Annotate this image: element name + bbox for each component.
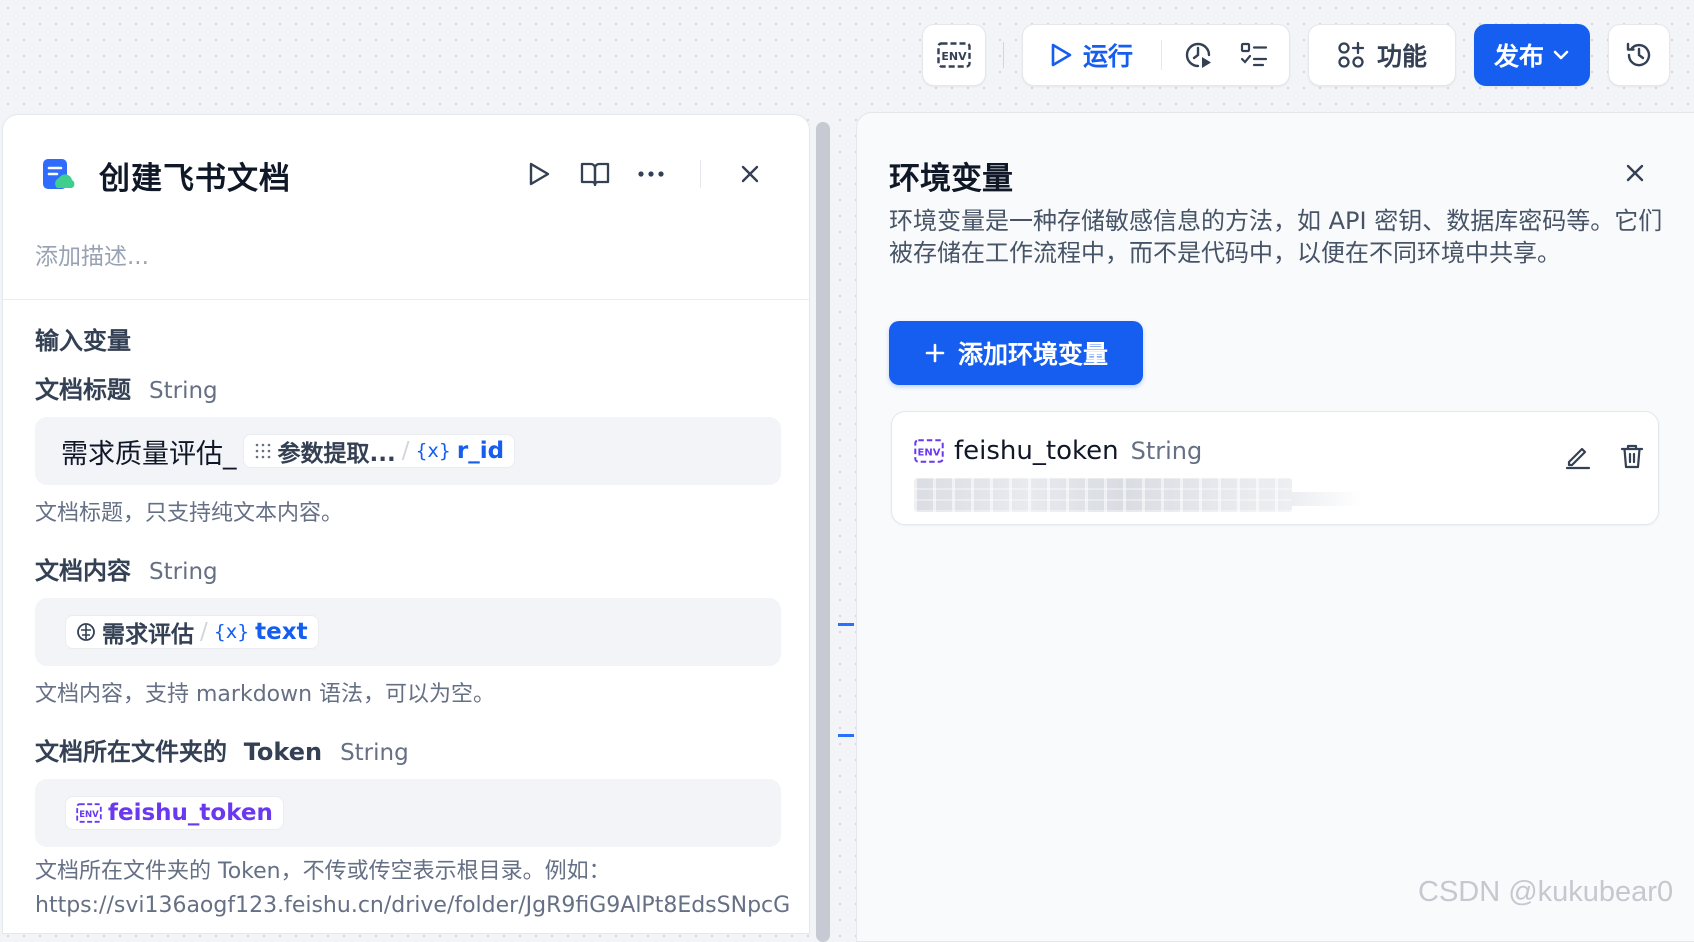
play-icon: [1051, 43, 1072, 67]
field-hint: 文档标题，只支持纯文本内容。: [35, 501, 344, 526]
field-folder-token: 文档所在文件夹的 Token String ENV feishu_token 文…: [35, 732, 791, 923]
ref-separator: /: [401, 438, 410, 464]
ref-node-name: 参数提取...: [277, 441, 396, 467]
field-label: 文档所在文件夹的 Token String: [35, 732, 781, 767]
title-prefix-text: 需求质量评估_: [61, 438, 237, 470]
variable-icon: {x}: [415, 440, 451, 462]
description-input[interactable]: 添加描述...: [35, 237, 149, 271]
close-node-panel-button[interactable]: [731, 155, 769, 193]
more-options-button[interactable]: [632, 155, 670, 193]
env-variable-name: feishu_token: [108, 800, 273, 826]
run-button[interactable]: 运行: [1049, 37, 1133, 73]
node-header-actions: [520, 155, 769, 193]
checklist-button[interactable]: [1234, 35, 1274, 75]
svg-text:ENV: ENV: [918, 448, 941, 459]
doc-title-input[interactable]: 需求质量评估_ 参数提取... / {x} r_id: [35, 417, 781, 485]
env-icon: ENV: [76, 803, 102, 823]
publish-label: 发布: [1493, 42, 1544, 71]
node-config-panel: 创建飞书文档 添加描述... 输入变量 文档标题 String 需求质量评估_ …: [2, 114, 810, 934]
env-variables-button[interactable]: ENV: [922, 24, 986, 86]
play-icon: [529, 162, 550, 186]
close-icon: [741, 165, 759, 183]
env-icon: ENV: [937, 42, 971, 68]
run-history-button[interactable]: [1178, 35, 1218, 75]
field-name: 文档所在文件夹的 Token: [35, 738, 323, 766]
field-name: 文档标题: [35, 376, 131, 404]
watermark: CSDN @kukubear0: [1418, 876, 1674, 908]
close-icon: [1626, 164, 1644, 182]
version-history-button[interactable]: [1608, 24, 1670, 86]
env-variable-key: feishu_token: [954, 436, 1119, 466]
field-label: 文档内容 String: [35, 551, 781, 586]
clock-play-icon: [1185, 42, 1212, 68]
features-button[interactable]: 功能: [1308, 24, 1456, 86]
run-label: 运行: [1083, 42, 1134, 71]
header-divider: [700, 160, 701, 188]
run-node-button[interactable]: [520, 155, 558, 193]
env-variable-chip[interactable]: ENV feishu_token: [65, 796, 284, 830]
field-type: String: [149, 378, 218, 404]
run-group: 运行: [1022, 24, 1290, 86]
features-icon: [1338, 41, 1365, 68]
close-env-panel-button[interactable]: [1617, 155, 1653, 191]
variable-icon: {x}: [213, 621, 250, 643]
plus-icon: [925, 343, 945, 363]
feishu-doc-icon: [43, 159, 75, 189]
trash-icon: [1620, 444, 1644, 469]
masked-value-fade: [1292, 492, 1362, 506]
input-variables-section: 输入变量 文档标题 String 需求质量评估_ 参数提取... / {x} r…: [35, 321, 791, 923]
field-type: String: [149, 559, 218, 585]
checklist-icon: [1240, 42, 1268, 67]
delete-env-variable-button[interactable]: [1612, 436, 1652, 476]
more-horizontal-icon: [638, 171, 664, 177]
chevron-down-icon: [1553, 50, 1569, 60]
svg-text:ENV: ENV: [79, 810, 99, 820]
doc-content-input[interactable]: 需求评估 / {x} text: [35, 598, 781, 666]
add-env-variable-label: 添加环境变量: [957, 340, 1108, 369]
ref-variable-name: r_id: [456, 438, 505, 464]
ref-separator: /: [200, 619, 208, 645]
node-title[interactable]: 创建飞书文档: [99, 153, 291, 198]
env-variable-header: ENV feishu_token String: [914, 436, 1202, 466]
env-variable-item: ENV feishu_token String: [891, 411, 1659, 525]
llm-node-icon: [77, 623, 95, 641]
env-variable-type: String: [1130, 437, 1203, 465]
field-doc-content: 文档内容 String 需求评估 / {x} text 文档内容，支持 mark…: [35, 551, 781, 712]
field-hint: 文档内容，支持 markdown 语法，可以为空。: [35, 682, 496, 707]
ref-variable-name: text: [255, 619, 308, 645]
field-hint: 文档所在文件夹的 Token，不传或传空表示根目录。例如：: [35, 859, 611, 884]
edit-icon: [1565, 447, 1591, 470]
publish-button[interactable]: 发布: [1474, 24, 1590, 86]
variable-reference-chip[interactable]: 参数提取... / {x} r_id: [242, 434, 516, 468]
scrollbar-thumb[interactable]: [816, 122, 830, 942]
connector-tick: [838, 734, 854, 737]
run-group-divider: [1161, 40, 1163, 70]
env-panel-title: 环境变量: [889, 161, 1013, 197]
field-type: String: [340, 740, 409, 766]
help-docs-button[interactable]: [576, 155, 614, 193]
node-panel-header: 创建飞书文档 添加描述...: [3, 115, 809, 300]
section-title: 输入变量: [35, 327, 131, 355]
connector-tick: [838, 623, 854, 626]
svg-text:ENV: ENV: [941, 50, 967, 63]
history-icon: [1626, 42, 1651, 67]
env-icon: ENV: [914, 439, 944, 463]
add-env-variable-button[interactable]: 添加环境变量: [889, 321, 1143, 385]
variable-reference-chip[interactable]: 需求评估 / {x} text: [65, 615, 319, 649]
edit-env-variable-button[interactable]: [1558, 436, 1598, 476]
param-extract-icon: [255, 443, 270, 459]
features-label: 功能: [1376, 42, 1427, 71]
field-name: 文档内容: [35, 557, 131, 585]
folder-token-input[interactable]: ENV feishu_token: [35, 779, 781, 847]
env-variable-masked-value: [914, 478, 1292, 512]
env-panel-description: 环境变量是一种存储敏感信息的方法，如 API 密钥、数据库密码等。它们被存储在工…: [889, 207, 1663, 267]
toolbar-divider: [1003, 42, 1004, 68]
field-doc-title: 文档标题 String 需求质量评估_ 参数提取... / {x} r_id 文…: [35, 370, 781, 531]
field-hint-example-url: https://svi136aogf123.feishu.cn/drive/fo…: [35, 893, 791, 918]
field-label: 文档标题 String: [35, 370, 781, 405]
env-variables-panel: 环境变量 环境变量是一种存储敏感信息的方法，如 API 密钥、数据库密码等。它们…: [856, 112, 1694, 942]
book-icon: [580, 162, 610, 187]
ref-node-name: 需求评估: [102, 622, 194, 648]
